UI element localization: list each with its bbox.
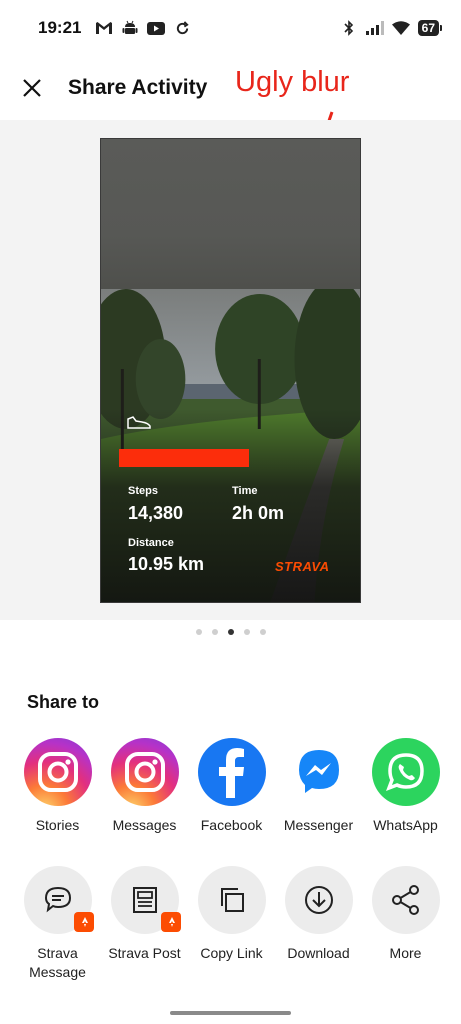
bluetooth-icon — [340, 20, 358, 36]
status-left: 19:21 — [38, 18, 191, 38]
share-label: Facebook — [200, 817, 263, 833]
copy-icon — [220, 888, 244, 912]
facebook-icon — [197, 738, 266, 806]
share-label: Strava Message — [29, 945, 86, 980]
chat-bubble-icon — [44, 886, 71, 913]
pager-dot[interactable] — [259, 629, 266, 635]
share-messages-button[interactable]: Messages — [101, 738, 188, 835]
home-indicator[interactable] — [170, 1011, 291, 1015]
page-title: Share Activity — [68, 76, 208, 99]
time-label: Time — [232, 485, 258, 497]
share-strava-post-button[interactable]: Strava Post — [101, 866, 188, 982]
shoe-icon — [127, 416, 151, 429]
time-value: 2h 0m — [232, 503, 285, 523]
battery-indicator: 67 — [417, 20, 443, 36]
blurred-background — [101, 139, 360, 299]
share-label: More — [389, 945, 422, 961]
instagram-icon — [23, 738, 92, 806]
android-icon — [121, 20, 139, 36]
pager-dot[interactable] — [211, 629, 218, 635]
share-messenger-button[interactable]: Messenger — [275, 738, 362, 835]
share-row-actions: Strava Message Strava Post Copy Link Dow… — [0, 866, 461, 982]
whatsapp-icon — [371, 738, 440, 806]
share-download-button[interactable]: Download — [275, 866, 362, 982]
signal-icon — [365, 20, 384, 36]
strava-logo: STRAVA — [275, 559, 330, 574]
distance-value: 10.95 km — [128, 554, 205, 574]
strava-badge-icon — [73, 912, 94, 932]
share-icon — [391, 885, 419, 915]
steps-label: Steps — [128, 485, 158, 497]
app-header: Share Activity — [0, 56, 461, 120]
sync-icon — [173, 20, 191, 36]
instagram-icon — [110, 738, 179, 806]
share-row-apps: Stories Messages Facebook Messenger What… — [0, 738, 461, 835]
strava-badge-icon — [160, 912, 181, 932]
close-icon — [23, 79, 41, 97]
share-label: Strava Post — [108, 945, 181, 961]
share-facebook-button[interactable]: Facebook — [188, 738, 275, 835]
pager-dot[interactable] — [243, 629, 250, 635]
gmail-icon — [95, 20, 113, 36]
steps-value: 14,380 — [128, 503, 184, 523]
share-label: WhatsApp — [373, 817, 438, 833]
share-strava-message-button[interactable]: Strava Message — [14, 866, 101, 982]
activity-share-card[interactable]: Steps 14,380 Time 2h 0m Distance 10.95 k… — [100, 138, 361, 603]
share-more-button[interactable]: More — [362, 866, 449, 982]
share-label: Messenger — [283, 817, 354, 833]
share-title: Share to — [27, 692, 100, 712]
distance-label: Distance — [128, 537, 174, 549]
close-button[interactable] — [20, 76, 44, 100]
redacted-title-bar — [119, 449, 249, 467]
status-bar: 19:21 67 — [0, 0, 461, 56]
share-whatsapp-button[interactable]: WhatsApp — [362, 738, 449, 835]
post-icon — [132, 887, 157, 913]
youtube-icon — [147, 20, 166, 36]
download-icon — [304, 886, 333, 914]
share-label: Download — [287, 945, 350, 961]
status-right: 67 — [340, 20, 443, 36]
share-copy-link-button[interactable]: Copy Link — [188, 866, 275, 982]
pager-dot[interactable] — [195, 629, 202, 635]
pager-dots — [0, 629, 461, 635]
messenger-icon — [284, 738, 353, 806]
pager-dot-active[interactable] — [227, 629, 234, 635]
status-time: 19:21 — [38, 18, 82, 37]
share-label: Messages — [112, 817, 177, 833]
share-stories-button[interactable]: Stories — [14, 738, 101, 835]
share-label: Copy Link — [200, 945, 263, 961]
share-label: Stories — [35, 817, 80, 833]
preview-area: Steps 14,380 Time 2h 0m Distance 10.95 k… — [0, 120, 461, 620]
annotation-text: Ugly blur — [235, 66, 350, 98]
wifi-icon — [391, 20, 410, 36]
